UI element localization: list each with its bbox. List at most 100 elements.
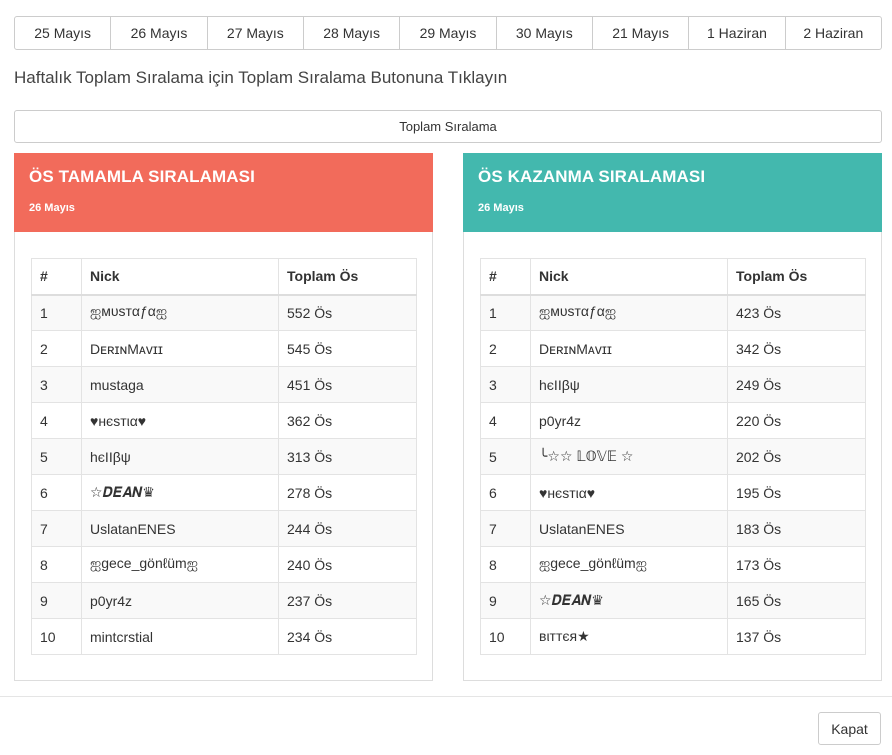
table-row: 10 mintcrstial 234 Ös [31,618,417,655]
score-cell: 173 Ös [727,546,866,583]
nick-cell: һєΙΙβψ [530,366,728,403]
date-tab-28-mayis[interactable]: 28 Mayıs [302,16,401,50]
score-cell: 278 Ös [278,474,417,511]
panel-header: ÖS KAZANMA SIRALAMASI 26 Mayıs [463,153,882,232]
nick-cell: ♥нєѕтια♥ [81,402,279,439]
date-tab-2-haziran[interactable]: 2 Haziran [784,16,882,50]
rank-cell: 2 [480,330,531,367]
date-tab-26-mayis[interactable]: 26 Mayıs [110,16,208,50]
rank-cell: 5 [480,438,531,475]
nick-cell: ☆𝑫𝑬𝑨𝑵♛ [530,582,728,619]
table-row: 4 ♥нєѕтια♥ 362 Ös [31,402,417,439]
table-row: 6 ☆𝑫𝑬𝑨𝑵♛ 278 Ös [31,474,417,511]
column-header-total: Toplam Ös [278,258,417,296]
nick-cell: ஐмυѕтαƒαஐ [530,294,728,331]
nick-cell: ஐмυѕтαƒαஐ [81,294,279,331]
score-cell: 202 Ös [727,438,866,475]
rank-cell: 8 [480,546,531,583]
nick-cell: һєΙΙβψ [81,438,279,475]
ranking-table: # Nick Toplam Ös 1 ஐмυѕтαƒαஐ 423 Ös 2 Dᴇʀɪɴ… [480,258,866,655]
date-tab-27-mayis[interactable]: 27 Mayıs [206,16,304,50]
column-header-nick: Nick [81,258,279,296]
nick-cell: DᴇʀɪɴMᴀᴠɪɪ [530,330,728,367]
ranking-table: # Nick Toplam Ös 1 ஐмυѕтαƒαஐ 552 Ös 2 Dᴇʀɪɴ… [31,258,417,655]
table-row: 3 һєΙΙβψ 249 Ös [480,366,866,403]
panel-header: ÖS TAMAMLA SIRALAMASI 26 Mayıs [14,153,433,232]
table-row: 9 ☆𝑫𝑬𝑨𝑵♛ 165 Ös [480,582,866,619]
rank-cell: 1 [31,294,82,331]
nick-cell: ♥нєѕтια♥ [530,474,728,511]
table-row: 5 һєΙΙβψ 313 Ös [31,438,417,475]
panel-title: ÖS TAMAMLA SIRALAMASI [29,167,255,186]
score-cell: 423 Ös [727,294,866,331]
rank-cell: 10 [31,618,82,655]
column-header-rank: # [480,258,531,296]
table-header-row: # Nick Toplam Ös [31,258,417,296]
nick-cell: mustaga [81,366,279,403]
date-tab-30-mayis[interactable]: 30 Mayıs [495,16,593,50]
score-cell: 451 Ös [278,366,417,403]
table-row: 9 p0yr4z 237 Ös [31,582,417,619]
rank-cell: 7 [31,510,82,547]
table-row: 1 ஐмυѕтαƒαஐ 423 Ös [480,294,866,331]
table-row: 3 mustaga 451 Ös [31,366,417,403]
rank-cell: 7 [480,510,531,547]
rank-cell: 10 [480,618,531,655]
os-kazanma-panel: ÖS KAZANMA SIRALAMASI 26 Mayıs # Nick To… [463,153,882,681]
panel-date: 26 Mayıs [29,202,75,214]
rank-cell: 6 [480,474,531,511]
rank-cell: 9 [480,582,531,619]
rank-cell: 6 [31,474,82,511]
score-cell: 249 Ös [727,366,866,403]
date-tab-1-haziran[interactable]: 1 Haziran [688,16,786,50]
os-tamamla-panel: ÖS TAMAMLA SIRALAMASI 26 Mayıs # Nick To… [14,153,433,681]
rank-cell: 1 [480,294,531,331]
total-ranking-button[interactable]: Toplam Sıralama [14,110,882,143]
rank-cell: 3 [480,366,531,403]
score-cell: 240 Ös [278,546,417,583]
column-header-rank: # [31,258,82,296]
table-row: 8 ஐgece_gönℓümஐ 240 Ös [31,546,417,583]
date-tab-21-mayis[interactable]: 21 Mayıs [591,16,690,50]
score-cell: 183 Ös [727,510,866,547]
table-row: 8 ஐgece_gönℓümஐ 173 Ös [480,546,866,583]
score-cell: 137 Ös [727,618,866,655]
score-cell: 237 Ös [278,582,417,619]
date-tabs: 25 Mayıs 26 Mayıs 27 Mayıs 28 Mayıs 29 M… [14,16,882,50]
rank-cell: 3 [31,366,82,403]
score-cell: 313 Ös [278,438,417,475]
rank-cell: 4 [480,402,531,439]
nick-cell: p0yr4z [81,582,279,619]
nick-cell: ஐgece_gönℓümஐ [530,546,728,583]
date-tab-29-mayis[interactable]: 29 Mayıs [399,16,497,50]
score-cell: 234 Ös [278,618,417,655]
nick-cell: UslatanENES [81,510,279,547]
table-header-row: # Nick Toplam Ös [480,258,866,296]
table-row: 5 ╰☆☆ 𝕃𝕆𝕍𝔼 ☆ 202 Ös [480,438,866,475]
score-cell: 244 Ös [278,510,417,547]
table-row: 2 DᴇʀɪɴMᴀᴠɪɪ 545 Ös [31,330,417,367]
date-tab-25-mayis[interactable]: 25 Mayıs [14,16,112,50]
rank-cell: 9 [31,582,82,619]
nick-cell: UslatanENES [530,510,728,547]
score-cell: 362 Ös [278,402,417,439]
column-header-total: Toplam Ös [727,258,866,296]
nick-cell: ஐgece_gönℓümஐ [81,546,279,583]
footer-divider [0,696,892,697]
close-button[interactable]: Kapat [818,712,881,745]
nick-cell: p0yr4z [530,402,728,439]
panel-date: 26 Mayıs [478,202,524,214]
instruction-text: Haftalık Toplam Sıralama için Toplam Sır… [14,68,508,87]
nick-cell: вιттєя★ [530,618,728,655]
column-header-nick: Nick [530,258,728,296]
rank-cell: 8 [31,546,82,583]
rank-cell: 2 [31,330,82,367]
table-row: 6 ♥нєѕтια♥ 195 Ös [480,474,866,511]
score-cell: 195 Ös [727,474,866,511]
table-row: 7 UslatanENES 183 Ös [480,510,866,547]
table-row: 7 UslatanENES 244 Ös [31,510,417,547]
nick-cell: DᴇʀɪɴMᴀᴠɪɪ [81,330,279,367]
score-cell: 552 Ös [278,294,417,331]
panel-title: ÖS KAZANMA SIRALAMASI [478,167,706,186]
score-cell: 165 Ös [727,582,866,619]
